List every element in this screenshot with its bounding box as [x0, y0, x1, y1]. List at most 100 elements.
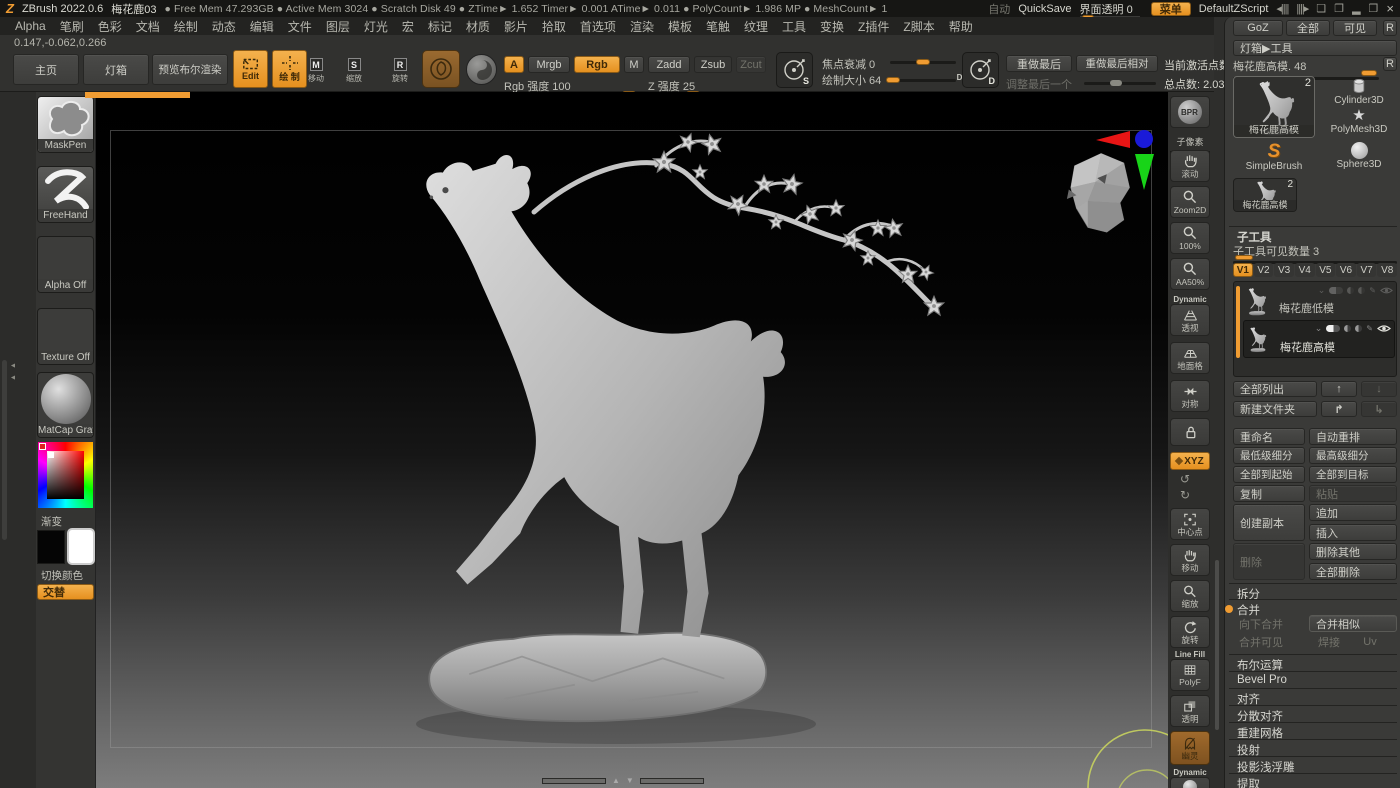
subtool-up-button[interactable]: ↑ — [1321, 381, 1357, 397]
edit-button[interactable]: Edit — [233, 50, 268, 88]
current-stroke-button[interactable] — [466, 54, 497, 85]
all-to-start-button[interactable]: 全部到起始 — [1233, 466, 1305, 483]
transparent-button[interactable]: 透明 — [1170, 695, 1210, 727]
restore-button[interactable]: ❐ — [1369, 2, 1379, 15]
zoom-canvas-button[interactable]: 缩放 — [1170, 580, 1210, 612]
subtool-item-high[interactable]: ⌄ ✎ 梅花鹿高模 — [1243, 320, 1395, 358]
new-folder-button[interactable]: 新建文件夹 — [1233, 401, 1317, 417]
tab-v1[interactable]: V1 — [1233, 263, 1253, 277]
tab-v4[interactable]: V4 — [1295, 263, 1315, 277]
menu-brush[interactable]: 笔刷 — [53, 18, 91, 35]
rename-button[interactable]: 重命名 — [1233, 428, 1305, 445]
adjust-last-slider[interactable]: 调整最后一个 — [1006, 75, 1156, 93]
menu-alpha[interactable]: Alpha — [8, 19, 53, 33]
tool-polymesh3d[interactable]: ★ PolyMesh3D — [1321, 108, 1397, 138]
duplicate-button[interactable]: 创建副本 — [1233, 504, 1305, 541]
merge-down-button[interactable]: 向下合并 — [1233, 616, 1305, 632]
xyz-symmetry-button[interactable]: XYZ — [1170, 452, 1210, 470]
bevelpro-section-header[interactable]: Bevel Pro — [1229, 671, 1397, 686]
secondary-color-swatch[interactable] — [67, 528, 95, 565]
append-button[interactable]: 追加 — [1309, 504, 1397, 521]
ui-opacity-slider[interactable]: 界面透明 0 — [1080, 1, 1133, 17]
lock-camera-button[interactable] — [1170, 418, 1210, 446]
tool-thumb-small[interactable]: 2 梅花鹿高模 — [1233, 178, 1297, 212]
lightbox-button[interactable]: 灯箱 — [83, 54, 149, 85]
window-layout-icon[interactable]: ❏ — [1316, 2, 1326, 15]
uv-button[interactable]: Uv — [1353, 634, 1387, 649]
menu-button[interactable]: 菜单 — [1151, 2, 1191, 16]
left-collapse2-icon[interactable]: ▲ — [10, 374, 17, 381]
tab-v2[interactable]: V2 — [1254, 263, 1274, 277]
switch-color-label[interactable]: 切换颜色 — [41, 568, 83, 583]
tab-v7[interactable]: V7 — [1357, 263, 1377, 277]
zsub-button[interactable]: Zsub — [694, 56, 732, 73]
persp-button[interactable]: 透视 — [1170, 304, 1210, 336]
brush-mini-icon[interactable]: ✎ — [1369, 286, 1376, 295]
zoom2d-button[interactable]: Zoom2D — [1170, 186, 1210, 218]
rotate-canvas-button[interactable]: 旋转 — [1170, 616, 1210, 648]
move-canvas-button[interactable]: 移动 — [1170, 544, 1210, 576]
all-to-target-button[interactable]: 全部到目标 — [1309, 466, 1397, 483]
delete-other-button[interactable]: 删除其他 — [1309, 543, 1397, 560]
home-button[interactable]: 主页 — [13, 54, 79, 85]
move-in-folder-button[interactable]: ↳ — [1361, 401, 1397, 417]
current-brush-thumb[interactable]: MaskPen — [37, 96, 94, 153]
lightbox-tool-button[interactable]: 灯箱▶工具 — [1233, 40, 1397, 56]
redo-last-button[interactable]: 重做最后 — [1006, 55, 1072, 72]
tab-v6[interactable]: V6 — [1336, 263, 1356, 277]
menu-file[interactable]: 文件 — [281, 18, 319, 35]
tab-v3[interactable]: V3 — [1274, 263, 1294, 277]
merge-visible-button[interactable]: 合并可见 — [1233, 634, 1305, 649]
menu-transform[interactable]: 变换 — [813, 18, 851, 35]
frame-button[interactable]: 中心点 — [1170, 508, 1210, 540]
half-toggle2-icon[interactable] — [1358, 287, 1365, 294]
eye-icon[interactable] — [1380, 286, 1393, 295]
material-thumb[interactable]: MatCap Gray — [37, 372, 94, 438]
left-collapse-icon[interactable]: ▲ — [10, 362, 17, 369]
tool-cylinder3d[interactable]: Cylinder3D — [1321, 76, 1397, 106]
ghost-button[interactable]: 幽灵 — [1170, 731, 1210, 765]
texture-thumb[interactable]: Texture Off — [37, 308, 94, 365]
actual-size-button[interactable]: 100% — [1170, 222, 1210, 254]
polyframe-button[interactable]: PolyF — [1170, 659, 1210, 691]
menu-render[interactable]: 渲染 — [623, 18, 661, 35]
m-button[interactable]: M — [624, 56, 644, 73]
panel-scrollbar[interactable] — [1215, 560, 1219, 730]
rotate-z-icon[interactable]: ↻ — [1180, 488, 1190, 502]
sv-square[interactable] — [47, 451, 84, 499]
rotate-y-icon[interactable]: ↺ — [1180, 472, 1190, 486]
zadd-button[interactable]: Zadd — [648, 56, 690, 73]
visible-button[interactable]: 可见 — [1333, 20, 1377, 36]
goz-button[interactable]: GoZ — [1233, 20, 1283, 36]
current-stroke-thumb[interactable]: FreeHand — [37, 166, 94, 223]
menu-draw[interactable]: 绘制 — [167, 18, 205, 35]
subtool-visible-count-slider[interactable]: 子工具可见数量 3 — [1233, 242, 1397, 264]
half-toggle-icon[interactable] — [1344, 325, 1351, 332]
rgb-button[interactable]: Rgb — [574, 56, 620, 73]
axis-widget[interactable] — [1096, 128, 1164, 198]
bottom-tray-toggle[interactable]: ▲ ▼ — [542, 776, 704, 785]
minimize-button[interactable]: ▂ — [1352, 2, 1360, 15]
curve-mode-button[interactable]: D — [962, 52, 999, 88]
menu-texture[interactable]: 纹理 — [737, 18, 775, 35]
menu-help[interactable]: 帮助 — [942, 18, 980, 35]
tool-sphere3d[interactable]: Sphere3D — [1321, 142, 1397, 174]
dock-left-icon[interactable]: ◂|||| — [1276, 2, 1288, 15]
paste-button[interactable]: 粘贴 — [1309, 485, 1397, 502]
menu-edit[interactable]: 编辑 — [243, 18, 281, 35]
menu-stencil[interactable]: 模板 — [661, 18, 699, 35]
solo-button[interactable]: 孤立 — [1170, 777, 1210, 788]
dock-right-icon[interactable]: ||||▸ — [1296, 2, 1308, 15]
alt-color-button[interactable]: 交替 — [37, 584, 94, 600]
main-color-swatch[interactable] — [37, 530, 65, 564]
menu-tool[interactable]: 工具 — [775, 18, 813, 35]
extract-section-header[interactable]: 提取 — [1229, 773, 1397, 788]
auto-reorder-button[interactable]: 自动重排 — [1309, 428, 1397, 445]
zcut-button[interactable]: Zcut — [736, 56, 766, 73]
lowest-subdiv-button[interactable]: 最低级细分 — [1233, 447, 1305, 464]
toggle-pill-icon[interactable] — [1329, 287, 1343, 294]
menu-movie[interactable]: 影片 — [497, 18, 535, 35]
canvas-viewport[interactable]: ▲ ▼ — [96, 92, 1168, 788]
merge-similar-button[interactable]: 合并相似 — [1309, 615, 1397, 632]
lightbox-indicator-bar[interactable] — [85, 92, 190, 98]
